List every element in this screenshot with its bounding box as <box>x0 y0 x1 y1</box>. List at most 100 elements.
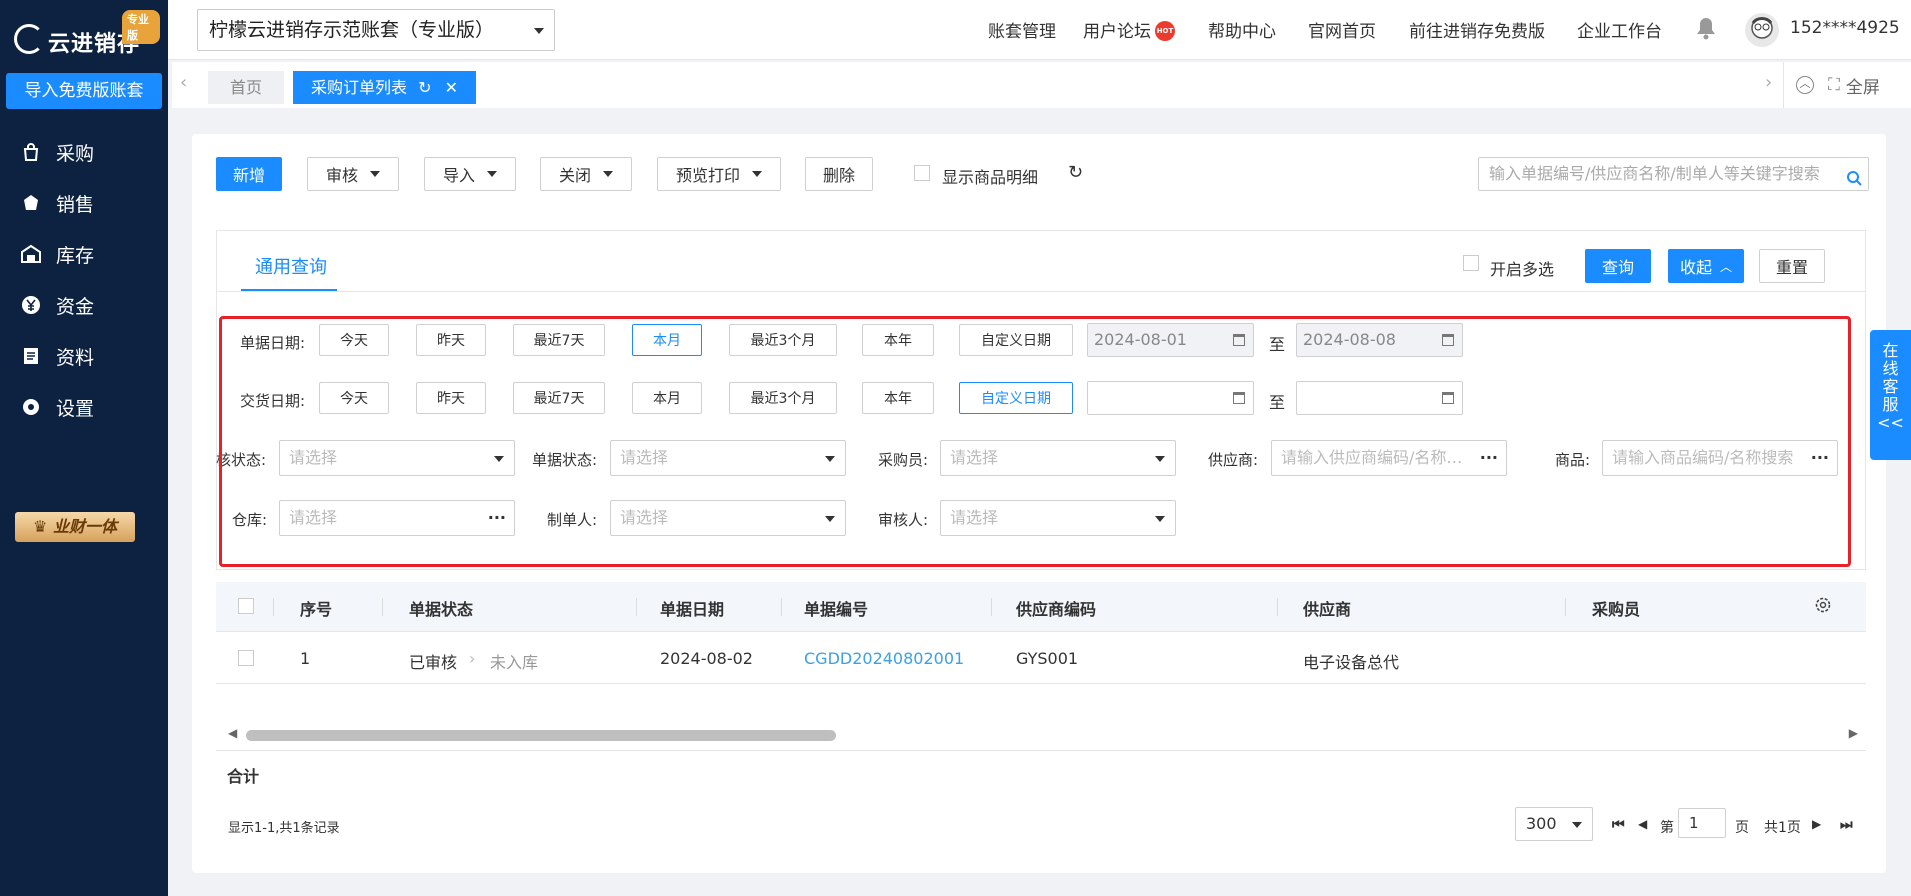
column-header[interactable]: 单据编号 <box>804 596 868 620</box>
sidebar-item-settings[interactable]: 设置 <box>0 381 168 433</box>
table-row[interactable]: 1 已审核 › 未入库 2024-08-02 CGDD20240802001 G… <box>216 632 1866 684</box>
link-account-management[interactable]: 账套管理 <box>988 17 1056 42</box>
refresh-icon[interactable]: ↻ <box>418 78 431 97</box>
avatar[interactable] <box>1745 13 1779 47</box>
tab-label: 采购订单列表 <box>311 78 408 97</box>
chevron-down-icon <box>1572 822 1582 828</box>
column-divider <box>1565 598 1566 616</box>
status-approved: 已审核 <box>409 653 458 672</box>
chevron-down-icon <box>603 171 613 177</box>
tab-tools: ︿ ⛶ 全屏 <box>1783 62 1911 108</box>
query-button[interactable]: 查询 <box>1585 249 1651 283</box>
column-divider <box>991 598 992 616</box>
tab-scroll-left-icon[interactable]: ‹ <box>180 72 187 93</box>
sidebar-item-sales[interactable]: 销售 <box>0 177 168 229</box>
tab-home[interactable]: 首页 <box>208 71 285 104</box>
sidebar-item-label: 资料 <box>56 346 95 369</box>
logo[interactable]: 云进销存 专业版 <box>10 10 160 58</box>
next-page-icon[interactable]: ▶ <box>1812 817 1821 831</box>
gear-icon[interactable] <box>1814 596 1832 618</box>
import-free-account-button[interactable]: 导入免费版账套 <box>6 73 162 109</box>
prev-page-icon[interactable]: ◀ <box>1638 817 1647 831</box>
sidebar-item-label: 采购 <box>56 142 95 165</box>
tab-purchase-order-list[interactable]: 采购订单列表 ↻ ✕ <box>293 71 477 104</box>
column-divider <box>273 598 274 616</box>
close-button[interactable]: 关闭 <box>540 157 632 191</box>
delete-button[interactable]: 删除 <box>805 157 873 191</box>
column-header[interactable]: 供应商 <box>1303 596 1351 620</box>
link-official-site[interactable]: 官网首页 <box>1308 17 1376 42</box>
column-header[interactable]: 单据状态 <box>409 596 473 620</box>
refresh-icon[interactable]: ↻ <box>1068 162 1083 183</box>
link-free-version[interactable]: 前往进销存免费版 <box>1409 17 1545 42</box>
collapse-button-label: 收起 <box>1679 258 1712 277</box>
page-number-input[interactable]: 1 <box>1678 808 1726 838</box>
scroll-right-icon[interactable]: ▶ <box>1849 726 1858 740</box>
row-checkbox[interactable] <box>238 650 254 666</box>
link-user-forum[interactable]: 用户论坛 <box>1083 17 1151 42</box>
show-detail-checkbox[interactable] <box>914 165 930 181</box>
horizontal-scrollbar[interactable]: ◀ ▶ <box>228 726 1858 742</box>
status-not-stocked: 未入库 <box>490 653 539 672</box>
fullscreen-icon[interactable]: ⛶ <box>1828 75 1840 95</box>
summary-row: 合计 <box>216 750 1866 794</box>
search-input[interactable]: 输入单据编号/供应商名称/制单人等关键字搜索 <box>1478 157 1869 191</box>
user-name[interactable]: 152****4925 <box>1790 18 1900 38</box>
purchase-order-table: 序号 单据状态 单据日期 单据编号 供应商编码 供应商 采购员 1 已审核 › … <box>216 582 1866 794</box>
sidebar-item-label: 销售 <box>56 193 95 216</box>
first-page-icon[interactable]: ⏮ <box>1612 817 1625 833</box>
sidebar-item-inventory[interactable]: 库存 <box>0 228 168 280</box>
edition-badge: 专业版 <box>122 10 160 44</box>
audit-button[interactable]: 审核 <box>307 157 399 191</box>
vip-badge-label: 业财一体 <box>52 517 117 536</box>
new-button[interactable]: 新增 <box>216 157 282 191</box>
online-service-arrow: << <box>1877 413 1904 432</box>
scrollbar-thumb[interactable] <box>246 730 836 741</box>
select-all-checkbox[interactable] <box>238 598 254 614</box>
fullscreen-label[interactable]: 全屏 <box>1846 73 1880 98</box>
multi-select-checkbox[interactable] <box>1463 255 1479 271</box>
online-service-button[interactable]: 在线客服 << <box>1870 330 1911 460</box>
column-divider <box>781 598 782 616</box>
column-header[interactable]: 单据日期 <box>660 596 724 620</box>
chevron-up-icon: ︿ <box>1720 259 1733 274</box>
column-divider <box>636 598 637 616</box>
tab-general-query[interactable]: 通用查询 <box>255 253 327 279</box>
reset-button[interactable]: 重置 <box>1759 249 1825 283</box>
tab-scroll-right-icon[interactable]: › <box>1765 72 1772 93</box>
audit-button-label: 审核 <box>325 166 358 185</box>
column-header[interactable]: 序号 <box>300 596 332 620</box>
bell-icon[interactable] <box>1695 16 1717 40</box>
collapse-button[interactable]: 收起 ︿ <box>1668 249 1744 283</box>
sidebar-item-label: 设置 <box>56 397 95 420</box>
link-enterprise-workbench[interactable]: 企业工作台 <box>1577 17 1662 42</box>
close-button-label: 关闭 <box>558 166 591 185</box>
chevron-down-icon <box>370 171 380 177</box>
vip-badge[interactable]: ♛ 业财一体 <box>15 512 135 542</box>
sidebar-item-purchase[interactable]: 采购 <box>0 126 168 178</box>
account-select-value: 柠檬云进销存示范账套（专业版） <box>209 19 495 41</box>
import-button[interactable]: 导入 <box>424 157 516 191</box>
preview-print-button[interactable]: 预览打印 <box>657 157 781 191</box>
collapse-up-icon[interactable]: ︿ <box>1796 76 1814 94</box>
chevron-right-icon: › <box>469 649 476 668</box>
close-icon[interactable]: ✕ <box>445 78 458 97</box>
last-page-icon[interactable]: ⏭ <box>1840 817 1853 833</box>
link-help-center[interactable]: 帮助中心 <box>1208 17 1276 42</box>
hot-badge: HOT <box>1155 21 1175 41</box>
account-select[interactable]: 柠檬云进销存示范账套（专业版） <box>197 9 555 51</box>
scroll-left-icon[interactable]: ◀ <box>228 726 237 740</box>
column-header[interactable]: 供应商编码 <box>1016 596 1096 620</box>
record-info: 显示1-1,共1条记录 <box>228 821 340 836</box>
sidebar-item-funds[interactable]: 资金 <box>0 279 168 331</box>
document-icon <box>20 345 42 367</box>
tab-bar: ‹ 首页 采购订单列表 ↻ ✕ › ︿ ⛶ 全屏 <box>172 62 1911 108</box>
sidebar-item-data[interactable]: 资料 <box>0 330 168 382</box>
search-icon[interactable] <box>1846 165 1862 197</box>
doc-code-link[interactable]: CGDD20240802001 <box>804 649 964 668</box>
supplier-name: 电子设备总代 <box>1303 653 1400 672</box>
online-service-label: 在线客服 <box>1882 341 1899 414</box>
column-header[interactable]: 采购员 <box>1592 596 1640 620</box>
page-size-select[interactable]: 300 <box>1515 807 1593 841</box>
import-button-label: 导入 <box>442 166 475 185</box>
